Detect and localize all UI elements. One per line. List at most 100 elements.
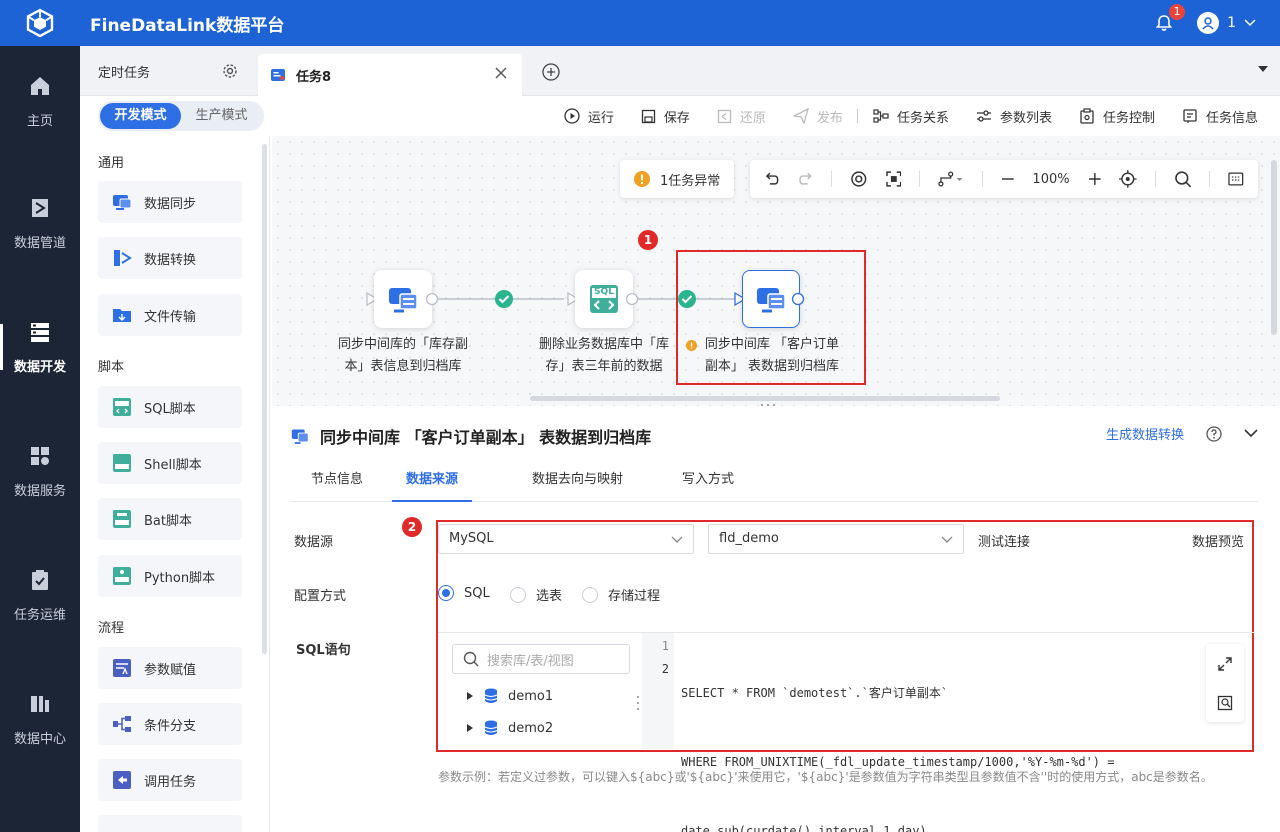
section-common: 通用	[98, 156, 125, 171]
tab-task8[interactable]: 任务8	[258, 54, 522, 96]
palette-item-file-transfer[interactable]: 文件传输	[98, 294, 242, 336]
canvas-tools: 1任务异常 100%	[620, 160, 1258, 198]
tab-scheduled-tasks[interactable]: 定时任务	[80, 46, 256, 96]
palette-item-data-sync[interactable]: 数据同步	[98, 181, 242, 223]
test-connection-link[interactable]: 测试连接	[978, 531, 1030, 550]
tree-item-demo2[interactable]: demo2	[466, 720, 553, 736]
collapse-chevron-icon[interactable]	[1244, 429, 1258, 438]
palette-item-more[interactable]	[98, 815, 242, 832]
pipeline-icon	[32, 198, 48, 217]
fit-screen-icon[interactable]	[886, 171, 902, 187]
nav-item-home[interactable]: 主页	[0, 56, 80, 146]
output-port-icon	[625, 292, 639, 306]
minimap-icon[interactable]	[1228, 172, 1244, 186]
palette-item-param-assign[interactable]: 参数赋值	[98, 647, 242, 689]
zoom-level: 100%	[1032, 171, 1070, 187]
restore-button[interactable]: 还原	[717, 107, 766, 126]
nav-item-ops[interactable]: 任务运维	[0, 550, 80, 640]
app-title: FineDataLink数据平台	[90, 15, 285, 36]
database-select[interactable]: fld_demo	[708, 524, 964, 554]
data-preview-link[interactable]: 数据预览	[1192, 531, 1244, 550]
tree-item-demo1[interactable]: demo1	[466, 688, 553, 704]
nav-item-dev[interactable]: 数据开发	[0, 302, 80, 392]
help-icon[interactable]	[1206, 425, 1222, 442]
search-icon	[463, 651, 479, 667]
param-assign-icon	[113, 659, 131, 677]
save-label: 保存	[663, 110, 690, 126]
task-info-button[interactable]: 任务信息	[1182, 107, 1258, 126]
select-value: fld_demo	[719, 531, 779, 546]
logo-icon[interactable]	[0, 0, 80, 46]
palette-item-call-task[interactable]: 调用任务	[98, 759, 242, 801]
zoom-in-icon[interactable]	[1088, 172, 1102, 186]
task-relation-button[interactable]: 任务关系	[873, 107, 949, 126]
palette-item-shell-script[interactable]: Shell脚本	[98, 442, 242, 484]
eye-icon[interactable]	[850, 170, 868, 188]
publish-button[interactable]: 发布	[792, 107, 843, 126]
info-label: 任务信息	[1205, 110, 1258, 126]
transform-icon	[114, 250, 132, 266]
tab-menu-caret-icon[interactable]	[1258, 66, 1268, 72]
zoom-out-icon[interactable]	[1001, 172, 1015, 186]
undo-icon[interactable]	[764, 171, 780, 187]
dev-mode-button[interactable]: 开发模式	[100, 103, 181, 129]
expand-caret-icon	[467, 692, 473, 700]
palette-item-bat-script[interactable]: Bat脚本	[98, 498, 242, 540]
flow-node-1[interactable]	[374, 270, 432, 328]
palette-label: 条件分支	[144, 718, 197, 734]
palette-item-python-script[interactable]: Python脚本	[98, 555, 242, 597]
user-menu[interactable]: 1	[1197, 12, 1256, 34]
sql-code-editor[interactable]: SELECT * FROM `demotest`.`客户订单副本` WHERE …	[681, 636, 1114, 832]
relation-icon	[873, 109, 889, 123]
tab-node-info[interactable]: 节点信息	[311, 462, 363, 502]
prod-mode-button[interactable]: 生产模式	[181, 103, 262, 129]
nav-item-pipeline[interactable]: 数据管道	[0, 178, 80, 268]
radio-stored-procedure[interactable]: 存储过程	[582, 585, 660, 604]
database-icon	[484, 688, 498, 703]
data-sync-icon	[757, 288, 786, 313]
canvas-horizontal-scrollbar[interactable]	[530, 396, 1000, 401]
radio-dot	[510, 586, 526, 603]
success-check-icon	[495, 290, 513, 308]
canvas-vertical-scrollbar[interactable]	[1271, 160, 1277, 335]
layout-icon[interactable]	[938, 171, 963, 187]
datasource-type-select[interactable]: MySQL	[438, 524, 694, 554]
tab-write-mode[interactable]: 写入方式	[682, 462, 734, 502]
nav-label: 任务运维	[13, 607, 66, 623]
tab-data-source[interactable]: 数据来源	[392, 462, 473, 502]
radio-sql[interactable]: SQL	[438, 585, 490, 601]
locate-icon[interactable]	[1119, 170, 1137, 188]
run-button[interactable]: 运行	[564, 107, 614, 126]
tree-search-input[interactable]: 搜索库/表/视图	[452, 644, 630, 674]
database-icon	[484, 720, 498, 735]
palette-item-data-transform[interactable]: 数据转换	[98, 237, 242, 279]
task-warning-pill[interactable]: 1任务异常	[620, 160, 734, 198]
notification-bell-icon[interactable]: 1	[1153, 4, 1186, 34]
data-sync-icon	[291, 429, 309, 444]
close-icon[interactable]	[494, 66, 508, 80]
code-line-1: SELECT * FROM `demotest`.`客户订单副本`	[681, 686, 949, 700]
expand-icon[interactable]	[1217, 656, 1233, 672]
generate-transform-link[interactable]: 生成数据转换	[1106, 424, 1184, 443]
gear-icon[interactable]	[222, 63, 238, 79]
palette-item-sql-script[interactable]: SQL脚本	[98, 386, 242, 428]
format-icon[interactable]	[1217, 695, 1233, 711]
redo-icon[interactable]	[798, 171, 814, 187]
section-script: 脚本	[98, 360, 125, 375]
radio-select-table[interactable]: 选表	[510, 585, 562, 604]
save-button[interactable]: 保存	[641, 107, 690, 126]
palette-item-condition-branch[interactable]: 条件分支	[98, 703, 242, 745]
search-icon[interactable]	[1174, 170, 1192, 188]
sql-script-icon	[113, 398, 131, 416]
divider	[831, 171, 833, 187]
task-control-button[interactable]: 任务控制	[1079, 107, 1155, 126]
add-tab-icon[interactable]	[542, 63, 560, 81]
nav-item-service[interactable]: 数据服务	[0, 426, 80, 516]
tab-data-target[interactable]: 数据去向与映射	[532, 462, 623, 502]
select-value: MySQL	[449, 531, 494, 546]
left-nav: 主页 数据管道 数据开发 数据服务 任务运维 数据中心	[0, 46, 80, 832]
palette-scrollbar[interactable]	[262, 144, 267, 654]
warning-icon	[634, 171, 650, 187]
param-list-button[interactable]: 参数列表	[976, 107, 1052, 126]
nav-item-datacenter[interactable]: 数据中心	[0, 674, 80, 764]
